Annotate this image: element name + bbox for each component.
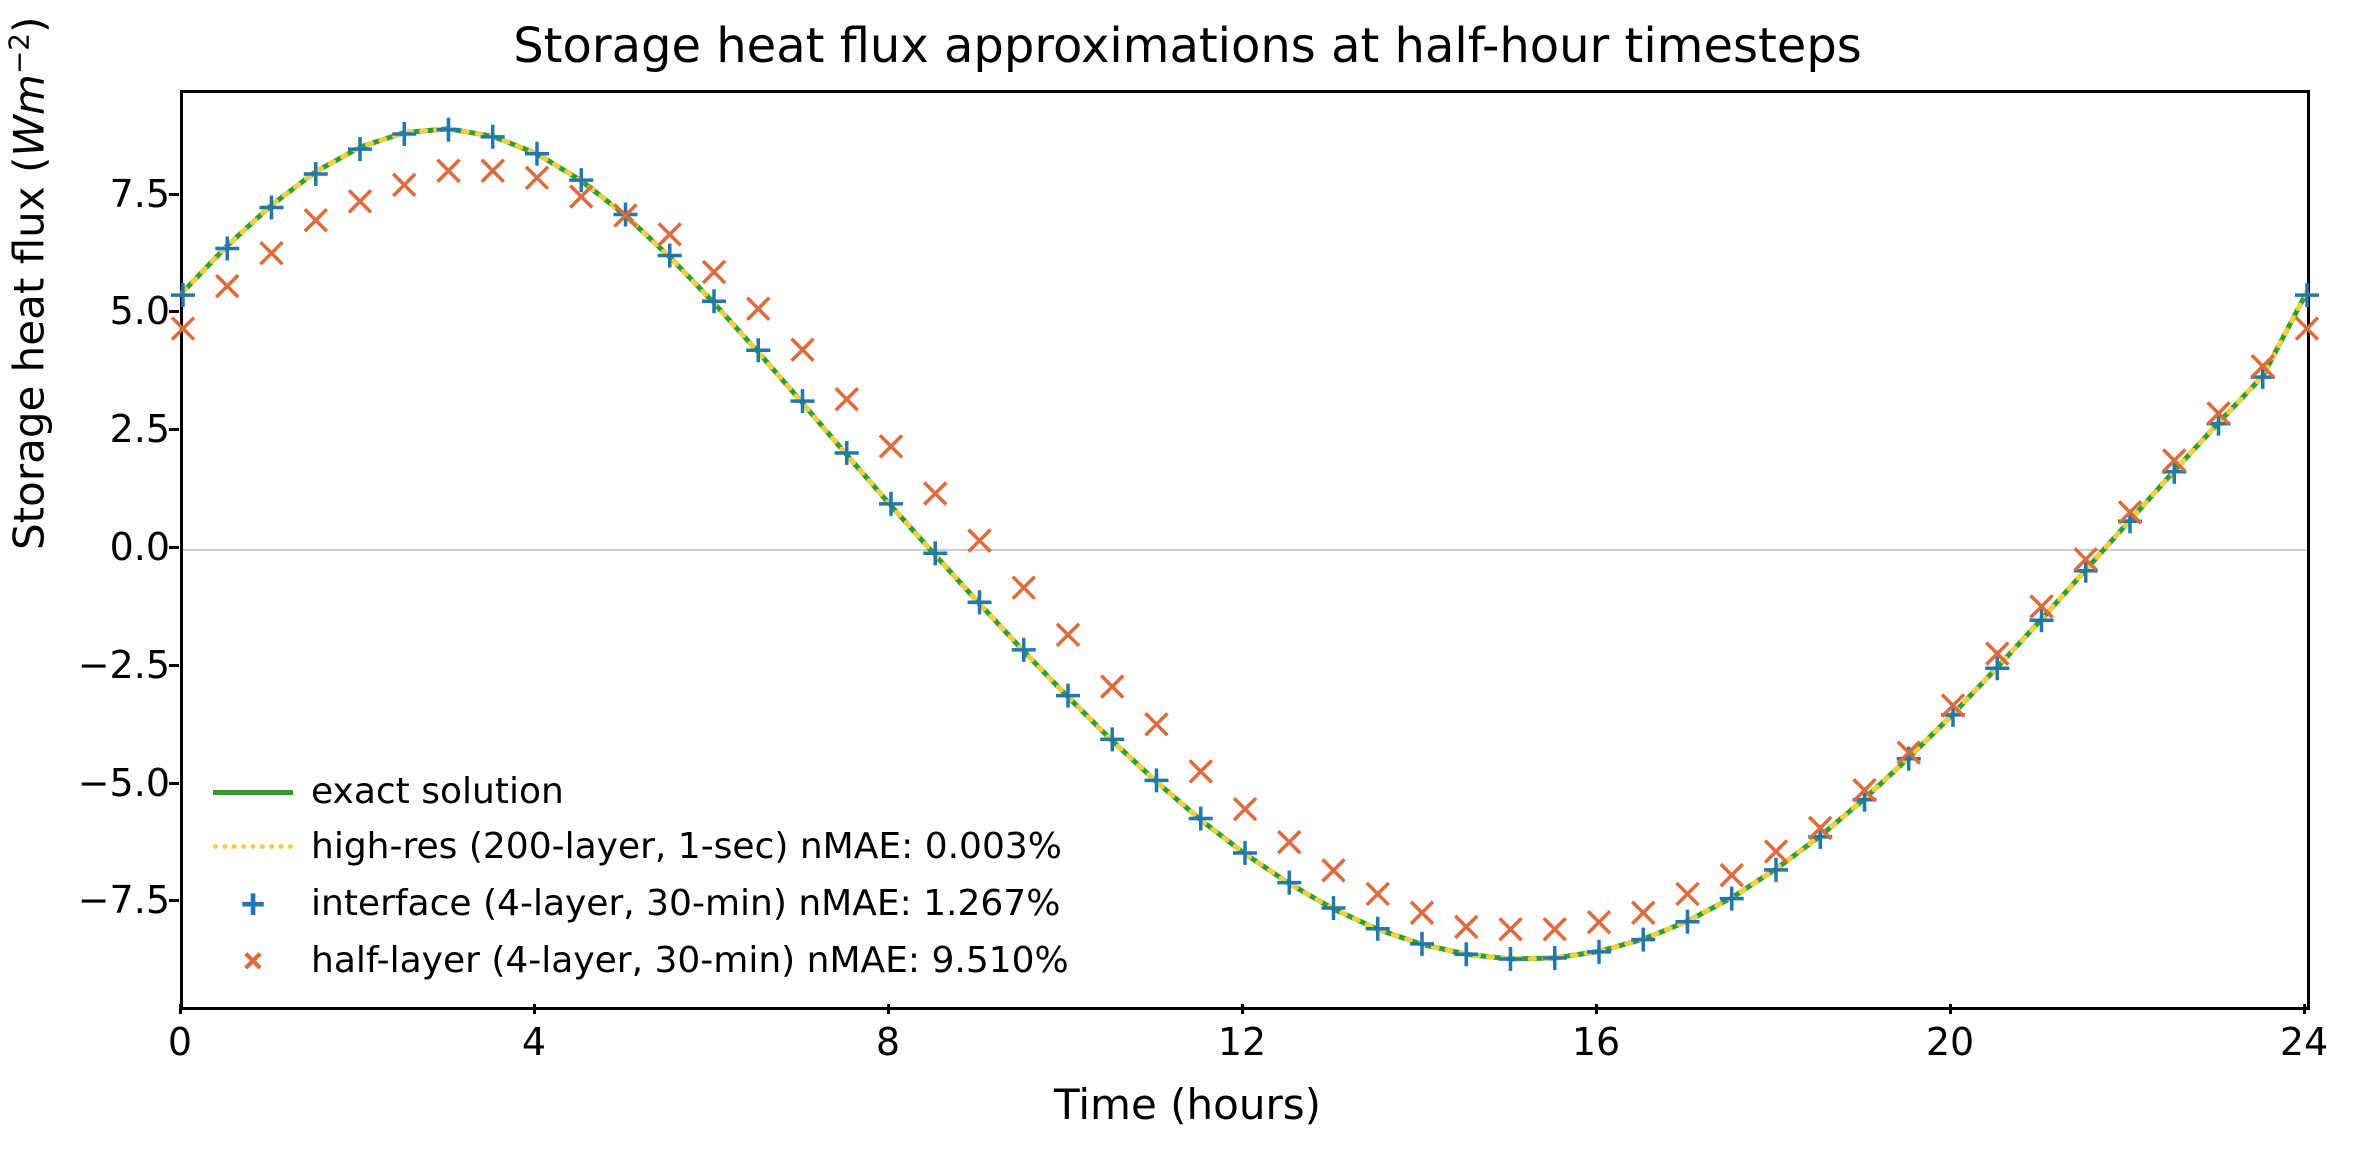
y-tick-mark	[169, 428, 179, 431]
plus-marker	[1454, 942, 1478, 966]
x-marker	[526, 167, 548, 189]
y-tick-label: −5.0	[78, 761, 170, 805]
x-marker	[482, 160, 504, 182]
x-tick-mark	[179, 1004, 182, 1014]
plus-marker	[1322, 896, 1346, 920]
y-tick-mark	[169, 310, 179, 313]
legend-entry-highres: high-res (200-layer, 1-sec) nMAE: 0.003%	[213, 821, 1069, 873]
legend-entry-halflayer: × half-layer (4-layer, 30-min) nMAE: 9.5…	[213, 935, 1069, 987]
x-marker	[438, 160, 460, 182]
x-marker	[305, 209, 327, 231]
x-marker	[1323, 859, 1345, 881]
x-marker	[659, 223, 681, 245]
x-tick-mark	[1241, 1004, 1244, 1014]
x-marker	[747, 298, 769, 320]
plus-marker	[1499, 947, 1523, 971]
plus-marker	[392, 122, 416, 146]
x-tick-mark	[533, 1004, 536, 1014]
plus-marker	[525, 142, 549, 166]
x-marker	[969, 530, 991, 552]
x-marker	[1234, 798, 1256, 820]
plus-marker	[348, 137, 372, 161]
x-marker	[216, 275, 238, 297]
legend-label: high-res (200-layer, 1-sec) nMAE: 0.003%	[311, 821, 1062, 873]
plus-marker	[1676, 910, 1700, 934]
x-marker	[1146, 713, 1168, 735]
legend-entry-exact: exact solution	[213, 766, 1069, 818]
x-tick-label: 16	[1572, 1020, 1620, 1064]
y-tick-label: −2.5	[78, 643, 170, 687]
y-tick-mark	[169, 664, 179, 667]
x-tick-mark	[887, 1004, 890, 1014]
chart-figure: Storage heat flux approximations at half…	[0, 0, 2375, 1172]
plus-marker	[1410, 932, 1434, 956]
chart-title: Storage heat flux approximations at half…	[0, 18, 2375, 74]
x-tick-label: 20	[1926, 1020, 1974, 1064]
x-tick-label: 8	[876, 1020, 900, 1064]
x-marker	[1101, 676, 1123, 698]
y-tick-mark	[169, 546, 179, 549]
y-tick-label: 5.0	[110, 289, 170, 333]
y-axis-label: Storage heat flux (Wm−2)	[3, 17, 54, 551]
plus-marker	[437, 118, 461, 142]
x-axis-label: Time (hours)	[0, 1080, 2375, 1129]
x-marker	[172, 318, 194, 340]
x-marker	[1500, 918, 1522, 940]
x-marker	[349, 190, 371, 212]
x-marker	[393, 174, 415, 196]
plus-marker	[1543, 946, 1567, 970]
x-tick-label: 4	[522, 1020, 546, 1064]
x-marker	[703, 261, 725, 283]
x-marker	[836, 388, 858, 410]
x-tick-label: 24	[2280, 1020, 2328, 1064]
line-swatch-icon	[213, 790, 293, 795]
x-marker	[924, 482, 946, 504]
dotted-swatch-icon	[213, 844, 293, 849]
x-marker	[1455, 916, 1477, 938]
plus-marker	[1366, 917, 1390, 941]
x-tick-mark	[1949, 1004, 1952, 1014]
plot-area: exact solution high-res (200-layer, 1-se…	[180, 90, 2310, 1010]
legend-entry-interface: + interface (4-layer, 30-min) nMAE: 1.26…	[213, 875, 1069, 933]
x-marker	[1278, 831, 1300, 853]
legend: exact solution high-res (200-layer, 1-se…	[213, 764, 1069, 989]
x-marker	[1411, 902, 1433, 924]
plus-marker	[481, 125, 505, 149]
x-marker	[792, 339, 814, 361]
y-tick-label: 2.5	[110, 407, 170, 451]
plus-marker-icon: +	[213, 875, 293, 933]
y-tick-label: 7.5	[110, 172, 170, 216]
x-marker	[1632, 902, 1654, 924]
y-tick-mark	[169, 193, 179, 196]
x-marker	[1057, 624, 1079, 646]
x-marker	[880, 435, 902, 457]
legend-label: half-layer (4-layer, 30-min) nMAE: 9.510…	[311, 935, 1069, 987]
legend-label: exact solution	[311, 766, 564, 818]
y-tick-mark	[169, 782, 179, 785]
x-tick-mark	[2303, 1004, 2306, 1014]
plus-marker	[1587, 940, 1611, 964]
x-marker	[1721, 864, 1743, 886]
y-tick-mark	[169, 899, 179, 902]
x-marker	[1013, 577, 1035, 599]
y-tick-label: 0.0	[110, 525, 170, 569]
y-tick-label: −7.5	[78, 878, 170, 922]
x-tick-label: 12	[1218, 1020, 1266, 1064]
legend-label: interface (4-layer, 30-min) nMAE: 1.267%	[311, 878, 1060, 930]
x-marker	[1544, 918, 1566, 940]
x-marker	[1367, 883, 1389, 905]
x-marker	[1190, 760, 1212, 782]
x-marker	[1677, 883, 1699, 905]
plus-marker	[171, 283, 195, 307]
x-marker-icon: ×	[213, 935, 293, 987]
x-marker	[2296, 318, 2318, 340]
x-marker	[261, 242, 283, 264]
x-tick-label: 0	[168, 1020, 192, 1064]
x-tick-mark	[1595, 1004, 1598, 1014]
plus-marker	[1631, 928, 1655, 952]
x-marker	[1588, 911, 1610, 933]
